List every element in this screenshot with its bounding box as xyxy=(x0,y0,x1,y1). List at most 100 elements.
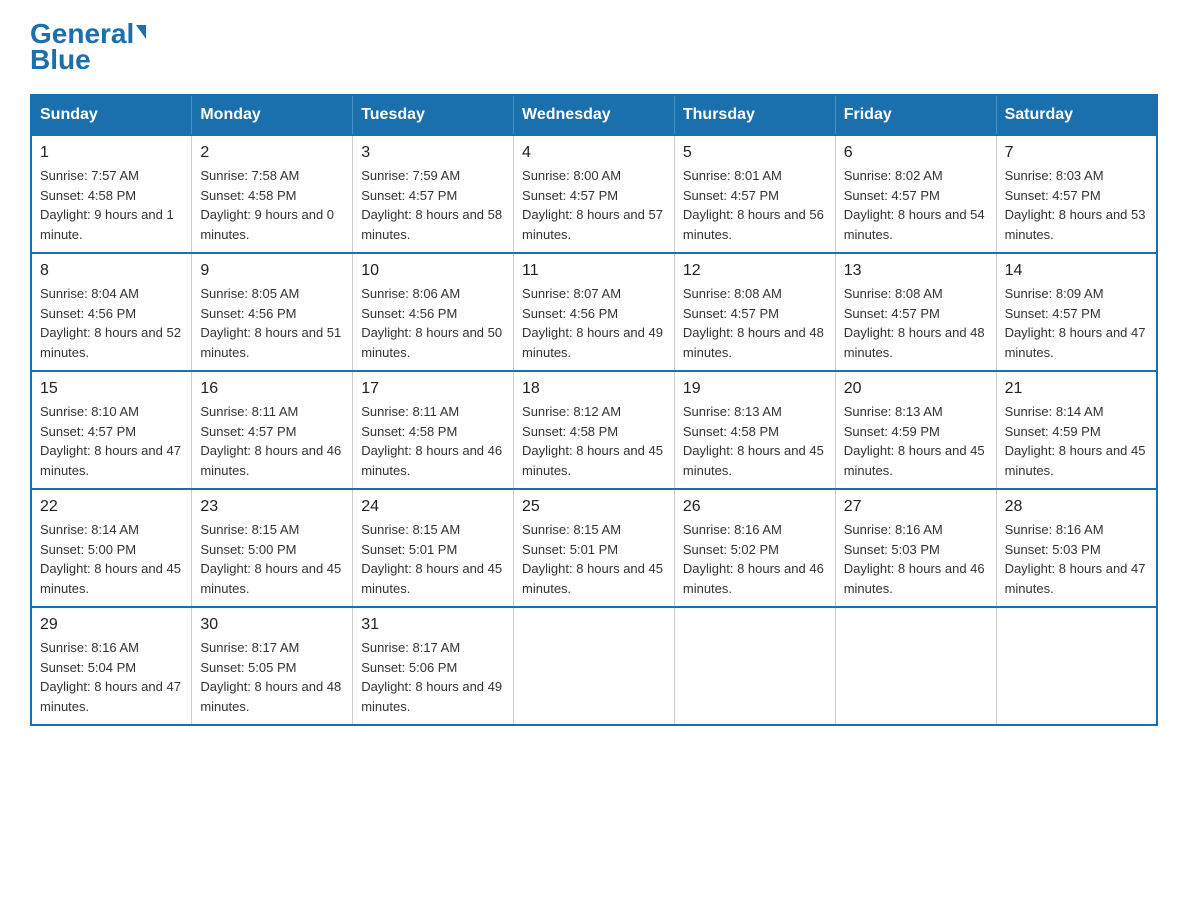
calendar-cell: 4 Sunrise: 8:00 AMSunset: 4:57 PMDayligh… xyxy=(514,135,675,253)
calendar-cell: 20 Sunrise: 8:13 AMSunset: 4:59 PMDaylig… xyxy=(835,371,996,489)
day-of-week-sunday: Sunday xyxy=(31,95,192,135)
day-number: 23 xyxy=(200,498,344,516)
day-info: Sunrise: 8:16 AMSunset: 5:03 PMDaylight:… xyxy=(844,520,988,598)
calendar-week-row: 1 Sunrise: 7:57 AMSunset: 4:58 PMDayligh… xyxy=(31,135,1157,253)
calendar-cell: 10 Sunrise: 8:06 AMSunset: 4:56 PMDaylig… xyxy=(353,253,514,371)
calendar-cell: 6 Sunrise: 8:02 AMSunset: 4:57 PMDayligh… xyxy=(835,135,996,253)
day-of-week-wednesday: Wednesday xyxy=(514,95,675,135)
day-of-week-monday: Monday xyxy=(192,95,353,135)
calendar-cell xyxy=(835,607,996,725)
day-number: 28 xyxy=(1005,498,1148,516)
calendar-cell: 26 Sunrise: 8:16 AMSunset: 5:02 PMDaylig… xyxy=(674,489,835,607)
logo: General Blue xyxy=(30,20,146,74)
calendar-header-row: SundayMondayTuesdayWednesdayThursdayFrid… xyxy=(31,95,1157,135)
day-number: 18 xyxy=(522,380,666,398)
day-number: 2 xyxy=(200,144,344,162)
day-number: 9 xyxy=(200,262,344,280)
calendar-cell: 13 Sunrise: 8:08 AMSunset: 4:57 PMDaylig… xyxy=(835,253,996,371)
day-info: Sunrise: 8:16 AMSunset: 5:02 PMDaylight:… xyxy=(683,520,827,598)
day-info: Sunrise: 8:06 AMSunset: 4:56 PMDaylight:… xyxy=(361,284,505,362)
day-info: Sunrise: 7:59 AMSunset: 4:57 PMDaylight:… xyxy=(361,166,505,244)
day-number: 10 xyxy=(361,262,505,280)
calendar-week-row: 15 Sunrise: 8:10 AMSunset: 4:57 PMDaylig… xyxy=(31,371,1157,489)
calendar-cell: 15 Sunrise: 8:10 AMSunset: 4:57 PMDaylig… xyxy=(31,371,192,489)
day-info: Sunrise: 7:57 AMSunset: 4:58 PMDaylight:… xyxy=(40,166,183,244)
day-number: 20 xyxy=(844,380,988,398)
calendar-cell: 5 Sunrise: 8:01 AMSunset: 4:57 PMDayligh… xyxy=(674,135,835,253)
calendar-cell: 23 Sunrise: 8:15 AMSunset: 5:00 PMDaylig… xyxy=(192,489,353,607)
day-number: 30 xyxy=(200,616,344,634)
day-info: Sunrise: 8:03 AMSunset: 4:57 PMDaylight:… xyxy=(1005,166,1148,244)
calendar-cell: 16 Sunrise: 8:11 AMSunset: 4:57 PMDaylig… xyxy=(192,371,353,489)
day-number: 11 xyxy=(522,262,666,280)
day-info: Sunrise: 8:08 AMSunset: 4:57 PMDaylight:… xyxy=(844,284,988,362)
day-info: Sunrise: 8:14 AMSunset: 5:00 PMDaylight:… xyxy=(40,520,183,598)
day-info: Sunrise: 8:16 AMSunset: 5:03 PMDaylight:… xyxy=(1005,520,1148,598)
calendar-cell: 18 Sunrise: 8:12 AMSunset: 4:58 PMDaylig… xyxy=(514,371,675,489)
day-number: 3 xyxy=(361,144,505,162)
day-of-week-saturday: Saturday xyxy=(996,95,1157,135)
calendar-cell: 31 Sunrise: 8:17 AMSunset: 5:06 PMDaylig… xyxy=(353,607,514,725)
calendar-cell xyxy=(514,607,675,725)
day-info: Sunrise: 8:12 AMSunset: 4:58 PMDaylight:… xyxy=(522,402,666,480)
day-number: 15 xyxy=(40,380,183,398)
calendar-cell: 3 Sunrise: 7:59 AMSunset: 4:57 PMDayligh… xyxy=(353,135,514,253)
day-number: 27 xyxy=(844,498,988,516)
day-number: 31 xyxy=(361,616,505,634)
day-number: 13 xyxy=(844,262,988,280)
logo-blue-text: Blue xyxy=(30,46,91,74)
calendar-cell: 25 Sunrise: 8:15 AMSunset: 5:01 PMDaylig… xyxy=(514,489,675,607)
day-info: Sunrise: 8:15 AMSunset: 5:01 PMDaylight:… xyxy=(361,520,505,598)
day-number: 17 xyxy=(361,380,505,398)
day-number: 22 xyxy=(40,498,183,516)
calendar-cell: 17 Sunrise: 8:11 AMSunset: 4:58 PMDaylig… xyxy=(353,371,514,489)
calendar-cell: 19 Sunrise: 8:13 AMSunset: 4:58 PMDaylig… xyxy=(674,371,835,489)
day-info: Sunrise: 8:08 AMSunset: 4:57 PMDaylight:… xyxy=(683,284,827,362)
day-info: Sunrise: 8:15 AMSunset: 5:00 PMDaylight:… xyxy=(200,520,344,598)
day-number: 21 xyxy=(1005,380,1148,398)
calendar-cell: 30 Sunrise: 8:17 AMSunset: 5:05 PMDaylig… xyxy=(192,607,353,725)
day-number: 6 xyxy=(844,144,988,162)
day-info: Sunrise: 8:07 AMSunset: 4:56 PMDaylight:… xyxy=(522,284,666,362)
calendar-cell: 9 Sunrise: 8:05 AMSunset: 4:56 PMDayligh… xyxy=(192,253,353,371)
day-info: Sunrise: 8:16 AMSunset: 5:04 PMDaylight:… xyxy=(40,638,183,716)
day-info: Sunrise: 8:17 AMSunset: 5:06 PMDaylight:… xyxy=(361,638,505,716)
day-of-week-tuesday: Tuesday xyxy=(353,95,514,135)
calendar-cell: 8 Sunrise: 8:04 AMSunset: 4:56 PMDayligh… xyxy=(31,253,192,371)
day-info: Sunrise: 8:11 AMSunset: 4:57 PMDaylight:… xyxy=(200,402,344,480)
calendar-cell xyxy=(996,607,1157,725)
day-info: Sunrise: 8:09 AMSunset: 4:57 PMDaylight:… xyxy=(1005,284,1148,362)
day-number: 24 xyxy=(361,498,505,516)
day-number: 1 xyxy=(40,144,183,162)
day-number: 26 xyxy=(683,498,827,516)
calendar-week-row: 8 Sunrise: 8:04 AMSunset: 4:56 PMDayligh… xyxy=(31,253,1157,371)
day-info: Sunrise: 7:58 AMSunset: 4:58 PMDaylight:… xyxy=(200,166,344,244)
day-info: Sunrise: 8:15 AMSunset: 5:01 PMDaylight:… xyxy=(522,520,666,598)
calendar-week-row: 29 Sunrise: 8:16 AMSunset: 5:04 PMDaylig… xyxy=(31,607,1157,725)
calendar-cell: 28 Sunrise: 8:16 AMSunset: 5:03 PMDaylig… xyxy=(996,489,1157,607)
calendar-cell: 29 Sunrise: 8:16 AMSunset: 5:04 PMDaylig… xyxy=(31,607,192,725)
day-info: Sunrise: 8:02 AMSunset: 4:57 PMDaylight:… xyxy=(844,166,988,244)
calendar-cell: 14 Sunrise: 8:09 AMSunset: 4:57 PMDaylig… xyxy=(996,253,1157,371)
day-of-week-friday: Friday xyxy=(835,95,996,135)
day-info: Sunrise: 8:17 AMSunset: 5:05 PMDaylight:… xyxy=(200,638,344,716)
calendar-table: SundayMondayTuesdayWednesdayThursdayFrid… xyxy=(30,94,1158,726)
calendar-cell: 21 Sunrise: 8:14 AMSunset: 4:59 PMDaylig… xyxy=(996,371,1157,489)
day-info: Sunrise: 8:13 AMSunset: 4:59 PMDaylight:… xyxy=(844,402,988,480)
calendar-cell: 11 Sunrise: 8:07 AMSunset: 4:56 PMDaylig… xyxy=(514,253,675,371)
day-number: 16 xyxy=(200,380,344,398)
calendar-cell: 7 Sunrise: 8:03 AMSunset: 4:57 PMDayligh… xyxy=(996,135,1157,253)
day-info: Sunrise: 8:10 AMSunset: 4:57 PMDaylight:… xyxy=(40,402,183,480)
day-number: 19 xyxy=(683,380,827,398)
day-number: 12 xyxy=(683,262,827,280)
day-info: Sunrise: 8:14 AMSunset: 4:59 PMDaylight:… xyxy=(1005,402,1148,480)
day-number: 7 xyxy=(1005,144,1148,162)
calendar-cell xyxy=(674,607,835,725)
calendar-cell: 2 Sunrise: 7:58 AMSunset: 4:58 PMDayligh… xyxy=(192,135,353,253)
page-header: General Blue xyxy=(30,20,1158,74)
day-info: Sunrise: 8:01 AMSunset: 4:57 PMDaylight:… xyxy=(683,166,827,244)
calendar-cell: 12 Sunrise: 8:08 AMSunset: 4:57 PMDaylig… xyxy=(674,253,835,371)
calendar-cell: 1 Sunrise: 7:57 AMSunset: 4:58 PMDayligh… xyxy=(31,135,192,253)
day-info: Sunrise: 8:00 AMSunset: 4:57 PMDaylight:… xyxy=(522,166,666,244)
day-number: 25 xyxy=(522,498,666,516)
